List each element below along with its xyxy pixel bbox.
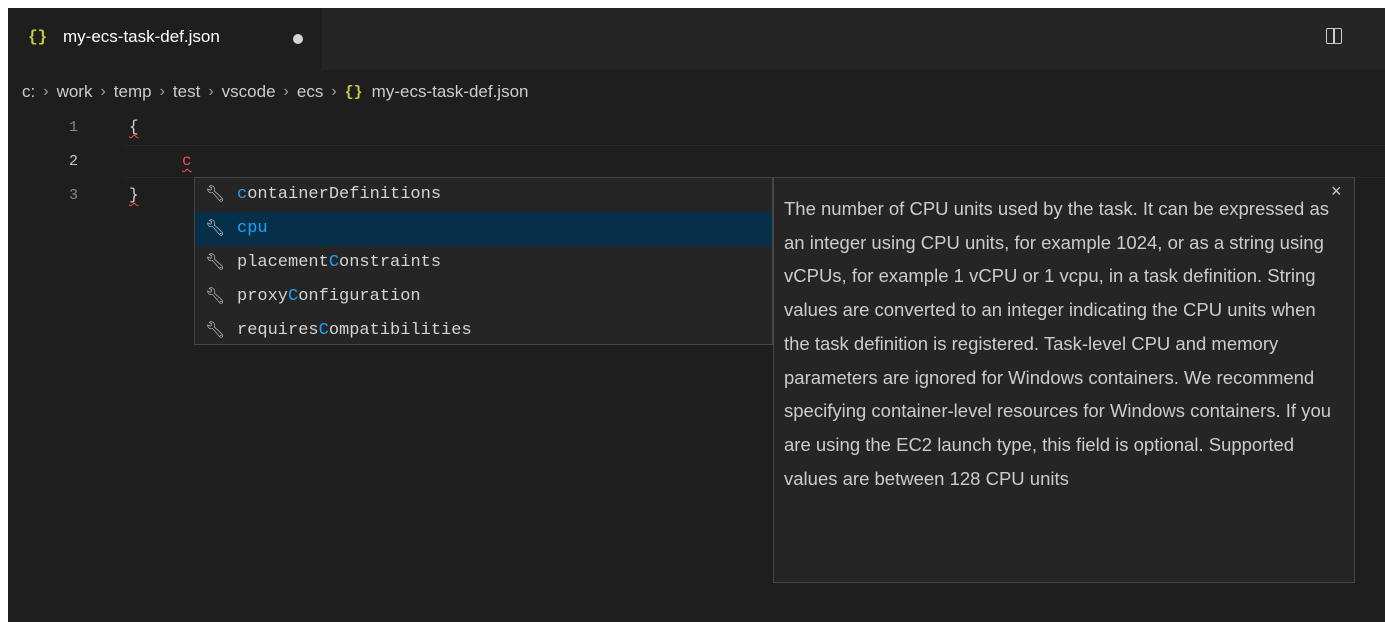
suggestion-item[interactable]: 🔧︎ requiresCompatibilities xyxy=(195,314,772,348)
breadcrumb-separator-icon: › xyxy=(331,83,337,100)
suggestion-item-selected[interactable]: 🔧︎ cpu xyxy=(195,212,772,246)
wrench-icon: 🔧︎ xyxy=(205,288,226,305)
suggestion-details-panel: × The number of CPU units used by the ta… xyxy=(773,177,1355,583)
code-line-2[interactable]: c xyxy=(182,152,192,170)
tab-title: my-ecs-task-def.json xyxy=(63,27,220,46)
breadcrumb-segment[interactable]: vscode xyxy=(222,82,276,102)
suggestion-item[interactable]: 🔧︎ proxyConfiguration xyxy=(195,280,772,314)
line-number: 1 xyxy=(68,119,78,136)
breadcrumb-segment[interactable]: temp xyxy=(114,82,152,102)
line-number: 3 xyxy=(68,187,78,204)
details-description: The number of CPU units used by the task… xyxy=(784,198,1332,489)
breadcrumb-segment[interactable]: test xyxy=(173,82,200,102)
wrench-icon: 🔧︎ xyxy=(205,322,226,339)
wrench-icon: 🔧︎ xyxy=(205,186,226,203)
split-editor-icon[interactable] xyxy=(1326,28,1342,44)
breadcrumb-segment[interactable]: work xyxy=(57,82,93,102)
editor-window: {} my-ecs-task-def.json c: › work › temp… xyxy=(8,8,1385,622)
breadcrumb-file[interactable]: my-ecs-task-def.json xyxy=(372,82,529,102)
code-line-1[interactable]: { xyxy=(129,118,139,136)
suggestion-item[interactable]: 🔧︎ containerDefinitions xyxy=(195,178,772,212)
suggestion-label: placementConstraints xyxy=(237,253,442,272)
wrench-icon: 🔧︎ xyxy=(205,220,226,237)
breadcrumb-segment[interactable]: ecs xyxy=(297,82,323,102)
json-file-icon: {} xyxy=(344,83,363,101)
suggestion-label: proxyConfiguration xyxy=(237,287,421,306)
breadcrumb-separator-icon: › xyxy=(159,83,165,100)
json-file-icon: {} xyxy=(28,28,48,46)
suggestion-list: 🔧︎ containerDefinitions 🔧︎ cpu 🔧︎ placem… xyxy=(194,177,773,345)
unsaved-dot-icon[interactable] xyxy=(293,34,303,44)
suggestion-item[interactable]: 🔧︎ placementConstraints xyxy=(195,246,772,280)
breadcrumb-separator-icon: › xyxy=(100,83,106,100)
suggestion-label: requiresCompatibilities xyxy=(237,321,472,340)
wrench-icon: 🔧︎ xyxy=(205,254,226,271)
suggestion-label: containerDefinitions xyxy=(237,185,442,204)
tab-bar: {} my-ecs-task-def.json xyxy=(8,8,1385,70)
breadcrumb-separator-icon: › xyxy=(283,83,289,100)
breadcrumb-separator-icon: › xyxy=(208,83,214,100)
breadcrumb-separator-icon: › xyxy=(43,83,49,100)
code-line-3[interactable]: } xyxy=(129,186,139,204)
current-line-highlight xyxy=(126,145,1385,178)
breadcrumb: c: › work › temp › test › vscode › ecs ›… xyxy=(22,80,529,104)
breadcrumb-segment[interactable]: c: xyxy=(22,82,35,102)
line-number: 2 xyxy=(68,153,78,170)
tab-my-ecs-task-def[interactable]: {} my-ecs-task-def.json xyxy=(8,8,322,70)
suggestion-label: cpu xyxy=(237,219,268,238)
